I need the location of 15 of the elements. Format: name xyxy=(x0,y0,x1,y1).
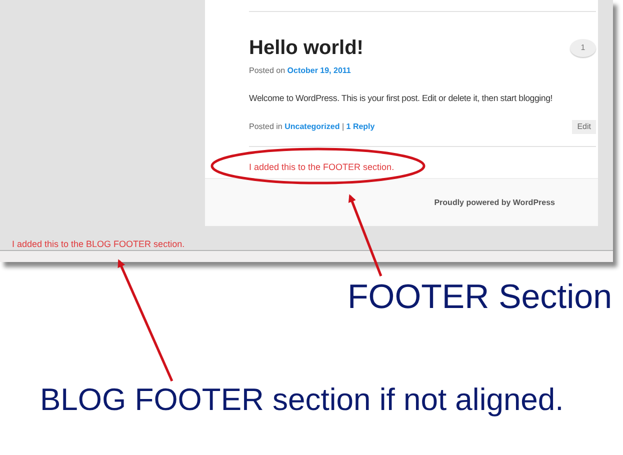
meta-label: Posted in xyxy=(249,122,282,132)
category-link[interactable]: Uncategorized xyxy=(284,122,340,132)
post-title[interactable]: Hello world! xyxy=(249,36,364,60)
blog-footer-note: I added this to the BLOG FOOTER section. xyxy=(12,238,185,251)
meta-label: Posted on xyxy=(249,66,286,75)
date-link[interactable]: October 19, 2011 xyxy=(287,66,351,75)
footer-note: I added this to the FOOTER section. xyxy=(249,161,396,174)
annotation-label: BLOG FOOTER section if not aligned. xyxy=(40,384,564,415)
replies-link[interactable]: 1 Reply xyxy=(346,122,375,132)
post-body: Welcome to WordPress. This is your first post. Edit or delete it, then start blogging! xyxy=(249,92,554,105)
edit-button[interactable]: Edit xyxy=(572,120,596,134)
annotation-label: FOOTER Section xyxy=(347,280,612,314)
credit-text: Proudly powered by WordPress xyxy=(434,196,555,209)
comment-count-bubble[interactable]: 1 xyxy=(570,39,596,57)
separator: | xyxy=(342,122,344,132)
